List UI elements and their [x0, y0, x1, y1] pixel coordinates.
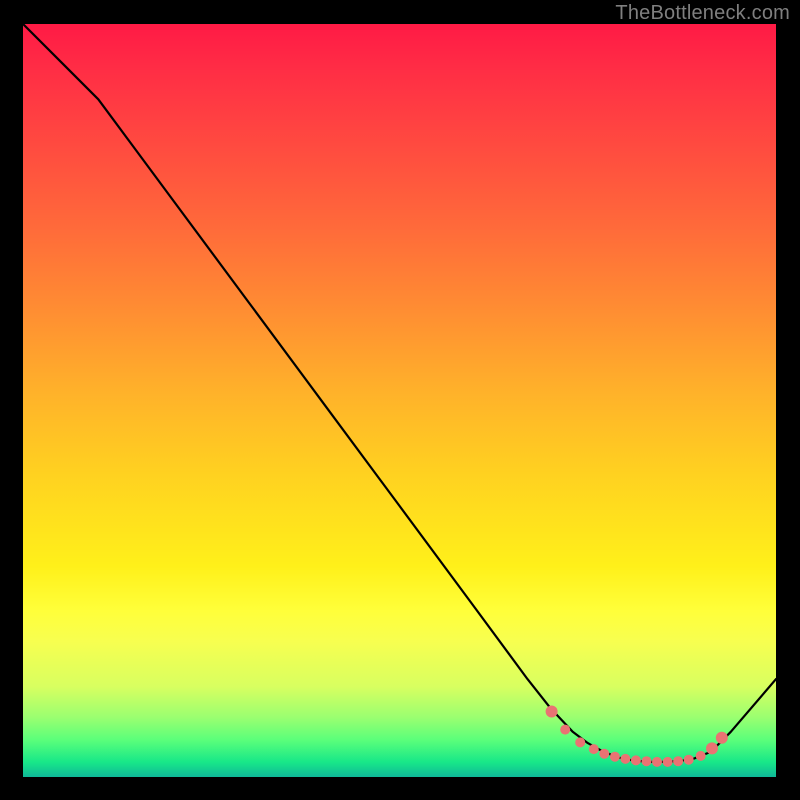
highlight-dots	[546, 706, 728, 767]
highlight-dot	[631, 755, 641, 765]
highlight-dot	[716, 732, 728, 744]
highlight-dot	[560, 725, 570, 735]
bottleneck-curve-svg	[23, 24, 776, 777]
bottleneck-curve-line	[23, 24, 776, 762]
highlight-dot	[610, 752, 620, 762]
highlight-dot	[673, 756, 683, 766]
highlight-dot	[652, 757, 662, 767]
highlight-dot	[706, 742, 718, 754]
source-watermark: TheBottleneck.com	[615, 2, 790, 25]
highlight-dot	[684, 755, 694, 765]
highlight-dot	[620, 754, 630, 764]
chart-plot-area	[23, 24, 776, 777]
highlight-dot	[663, 757, 673, 767]
highlight-dot	[696, 751, 706, 761]
highlight-dot	[589, 744, 599, 754]
highlight-dot	[546, 706, 558, 718]
highlight-dot	[599, 749, 609, 759]
highlight-dot	[575, 737, 585, 747]
highlight-dot	[642, 756, 652, 766]
